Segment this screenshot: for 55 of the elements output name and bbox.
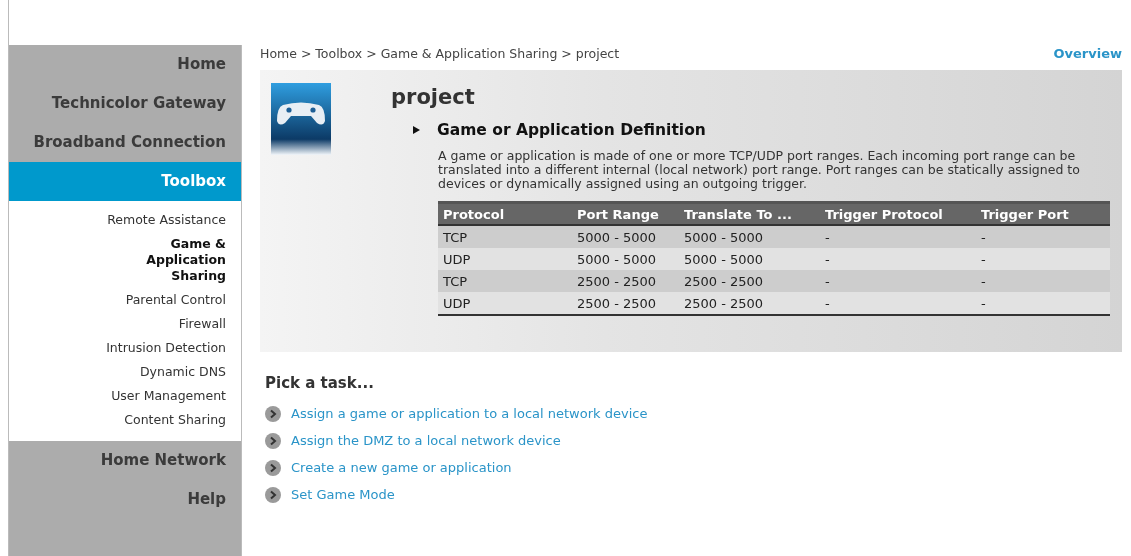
table-cell: -	[976, 292, 1110, 315]
table-cell: -	[820, 225, 976, 248]
table-cell: 2500 - 2500	[572, 270, 679, 292]
nav-subitem[interactable]: Content Sharing	[9, 412, 241, 428]
nav-item[interactable]: Technicolor Gateway	[9, 84, 241, 123]
nav-item[interactable]: Broadband Connection	[9, 123, 241, 162]
table-cell: 5000 - 5000	[572, 248, 679, 270]
overview-link[interactable]: Overview	[1053, 45, 1122, 61]
section-title: Game or Application Definition	[437, 121, 706, 139]
nav-item[interactable]: Home	[9, 45, 241, 84]
nav-subitem[interactable]: Dynamic DNS	[9, 364, 241, 380]
table-cell: 5000 - 5000	[679, 225, 820, 248]
chevron-icon	[265, 486, 281, 503]
table-cell: -	[976, 270, 1110, 292]
table-cell: -	[820, 292, 976, 315]
table-cell: 2500 - 2500	[679, 270, 820, 292]
column-header: Trigger Protocol	[820, 202, 976, 225]
breadcrumb: Home > Toolbox > Game & Application Sharing > project	[260, 45, 620, 61]
table-cell: -	[820, 270, 976, 292]
nav-subitem[interactable]: Parental Control	[9, 292, 241, 308]
chevron-icon	[265, 459, 281, 476]
table-cell: 2500 - 2500	[572, 292, 679, 315]
table-cell: UDP	[438, 292, 572, 315]
table-cell: 5000 - 5000	[679, 248, 820, 270]
task-link[interactable]: Create a new game or application	[291, 460, 512, 475]
nav-subitem[interactable]: Firewall	[9, 316, 241, 332]
chevron-icon	[265, 432, 281, 449]
table-cell: TCP	[438, 270, 572, 292]
section-description: A game or application is made of one or more TCP/UDP port ranges. Each incoming port range can be translated into a different internal (local network) port range. Port ranges can be statically assigned to devices or dynamically assigned using an outgoing trigger.	[438, 149, 1081, 191]
page-title: project	[391, 85, 476, 109]
chevron-icon	[265, 405, 281, 422]
task-link[interactable]: Assign the DMZ to a local network device	[291, 433, 561, 448]
nav-item[interactable]: Toolbox	[9, 162, 241, 201]
table-cell: -	[976, 248, 1110, 270]
tasks-heading: Pick a task...	[265, 374, 375, 392]
table-cell: 2500 - 2500	[679, 292, 820, 315]
column-header: Trigger Port	[976, 202, 1110, 225]
column-header: Translate To ...	[679, 202, 820, 225]
nav-subitem[interactable]: Intrusion Detection	[9, 340, 241, 356]
table-cell: -	[976, 225, 1110, 248]
nav-subitem[interactable]: Remote Assistance	[9, 212, 241, 228]
nav-item[interactable]: Home Network	[9, 441, 241, 480]
triangle-icon	[413, 126, 420, 134]
table-cell: UDP	[438, 248, 572, 270]
task-link[interactable]: Assign a game or application to a local network device	[291, 406, 648, 421]
gamepad-icon	[271, 83, 331, 155]
column-header: Protocol	[438, 202, 572, 225]
nav-subitem[interactable]: Game & Application Sharing	[69, 236, 241, 284]
table-cell: 5000 - 5000	[572, 225, 679, 248]
task-link[interactable]: Set Game Mode	[291, 487, 395, 502]
table-cell: TCP	[438, 225, 572, 248]
nav-item[interactable]: Help	[9, 480, 241, 519]
nav-subitem[interactable]: User Management	[9, 388, 241, 404]
table-cell: -	[820, 248, 976, 270]
column-header: Port Range	[572, 202, 679, 225]
